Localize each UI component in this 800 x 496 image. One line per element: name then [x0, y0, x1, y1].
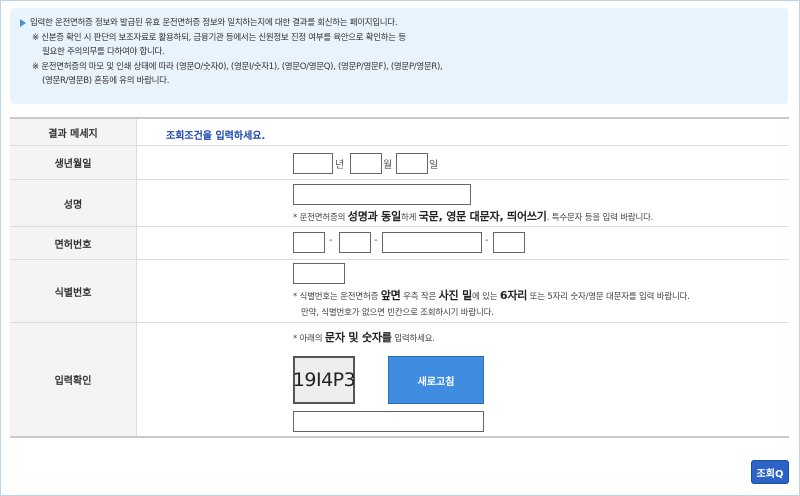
name-input[interactable] [293, 184, 471, 205]
birth-year-input[interactable] [293, 153, 333, 174]
captcha-hint: * 아래의 문자 및 숫자를 입력하세요. [293, 331, 435, 344]
result-label: 결과 메세지 [10, 119, 137, 145]
license-part4-input[interactable] [493, 232, 525, 253]
search-button[interactable]: 조회Q [751, 460, 789, 484]
birth-month-input[interactable] [350, 153, 382, 174]
captcha-image: 19I4P3 [293, 356, 356, 404]
license-check-form: 결과 메세지 조회조건을 입력하세요. 생년월일 년 월 일 성명 * 운전면허… [10, 117, 789, 438]
license-part3-input[interactable] [382, 232, 482, 253]
serial-input[interactable] [293, 263, 345, 284]
name-hint: * 운전면허증의 성명과 동일하게 국문, 영문 대문자, 띄어쓰기. 특수문자… [293, 210, 654, 223]
notice-line-1: 입력한 운전면허증 정보와 발급된 유효 운전면허증 정보와 일치하는지에 대한… [30, 18, 398, 28]
license-sep-3: - [485, 235, 489, 246]
triangle-bullet-icon [20, 18, 26, 27]
name-label: 성명 [10, 180, 137, 226]
notice-line-4: ※ 운전면허증의 마모 및 인쇄 상태에 따라 (영문O/숫자0), (영문I/… [32, 61, 443, 72]
result-message: 조회조건을 입력하세요. [166, 131, 266, 142]
license-sep-2: - [374, 235, 378, 246]
birth-day-input[interactable] [396, 153, 428, 174]
row-serial: 식별번호 * 식별번호는 운전면허증 앞면 우측 작은 사진 밑에 있는 6자리… [10, 260, 789, 323]
serial-hint: * 식별번호는 운전면허증 앞면 우측 작은 사진 밑에 있는 6자리 또는 5… [293, 289, 690, 302]
serial-label: 식별번호 [10, 260, 137, 322]
year-unit: 년 [335, 160, 345, 171]
captcha-label: 입력확인 [10, 323, 137, 436]
row-birth: 생년월일 년 월 일 [10, 146, 789, 180]
row-license: 면허번호 - - - [10, 227, 789, 260]
notice-line-3: 필요한 주의의무를 다하여야 합니다. [42, 47, 165, 57]
notice-line-2: ※ 신분증 확인 시 판단의 보조자료로 활용하되, 금융기관 등에서는 신원정… [32, 32, 406, 43]
license-sep-1: - [329, 235, 333, 246]
license-part1-input[interactable] [293, 232, 325, 253]
row-captcha: 입력확인 * 아래의 문자 및 숫자를 입력하세요. 19I4P3 새로고침 [10, 323, 789, 436]
license-label: 면허번호 [10, 227, 137, 259]
row-name: 성명 * 운전면허증의 성명과 동일하게 국문, 영문 대문자, 띄어쓰기. 특… [10, 180, 789, 227]
serial-hint-2: 만약, 식별번호가 없으면 빈칸으로 조회하시기 바랍니다. [301, 308, 494, 318]
license-part2-input[interactable] [339, 232, 371, 253]
row-result: 결과 메세지 조회조건을 입력하세요. [10, 119, 789, 146]
month-unit: 월 [383, 160, 393, 171]
notice-line-5: (영문R/영문B) 혼동에 유의 바랍니다. [42, 76, 170, 86]
birth-label: 생년월일 [10, 146, 137, 179]
captcha-input[interactable] [293, 411, 484, 432]
notice-box: 입력한 운전면허증 정보와 발급된 유효 운전면허증 정보와 일치하는지에 대한… [10, 8, 788, 104]
refresh-button[interactable]: 새로고침 [388, 356, 484, 404]
day-unit: 일 [429, 160, 439, 171]
